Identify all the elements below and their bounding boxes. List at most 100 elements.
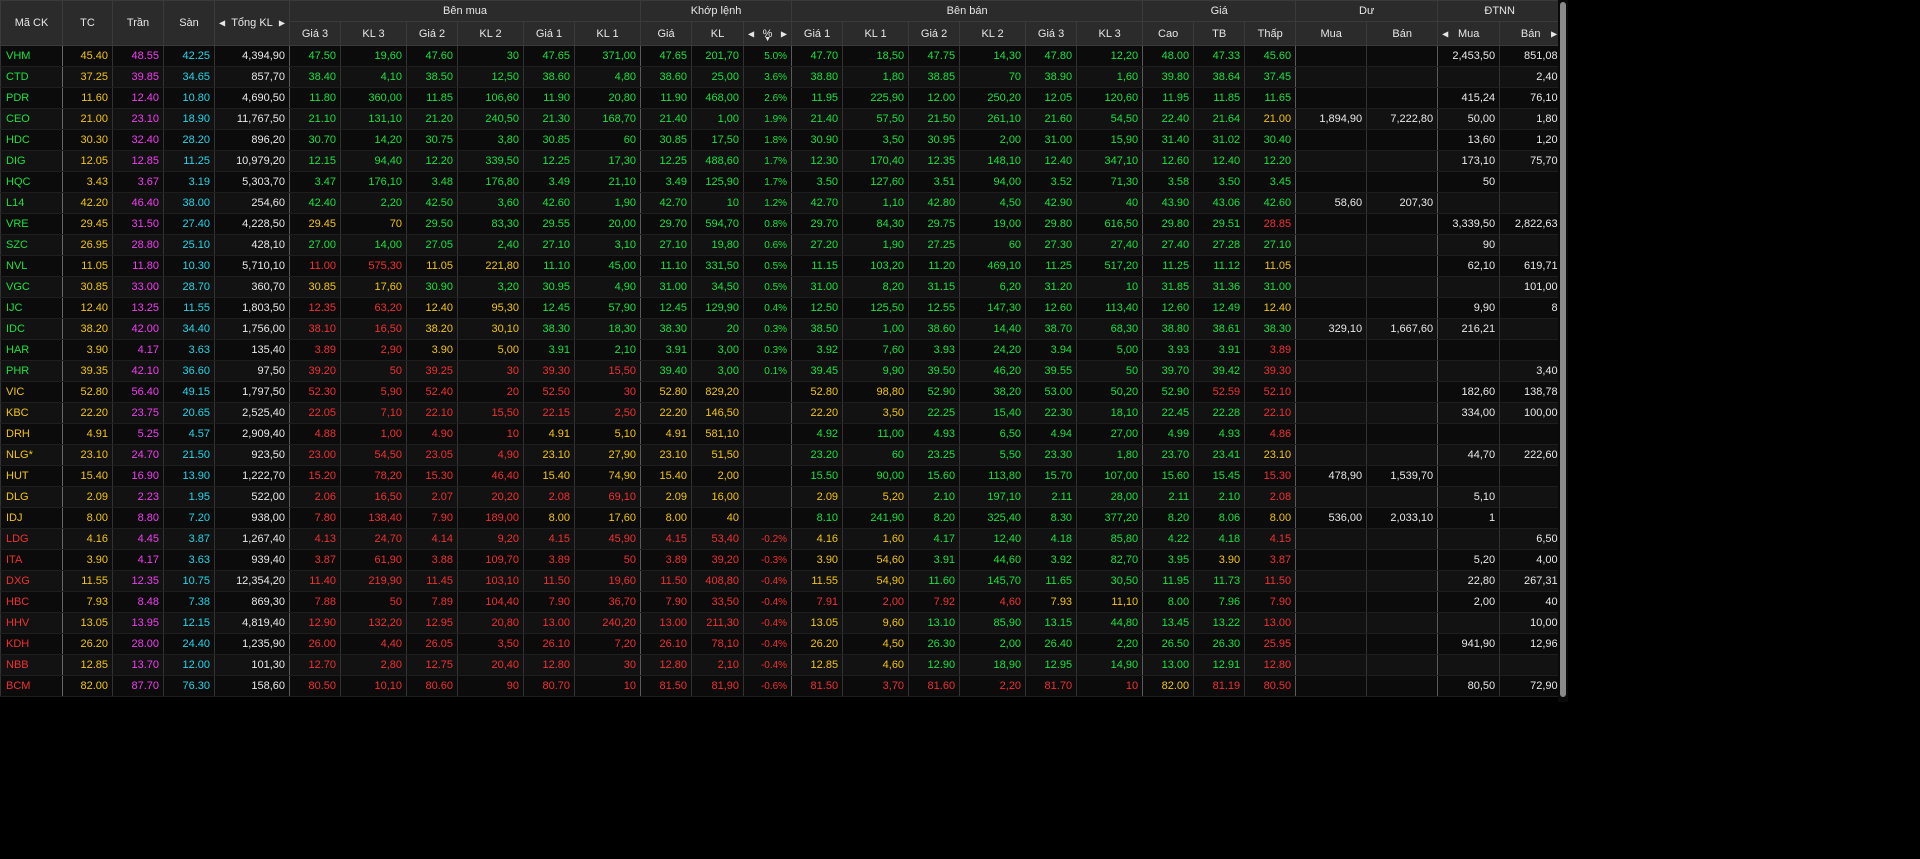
- cell-sym[interactable]: NLG*: [0, 444, 63, 466]
- col-header-ask-price-3[interactable]: Giá 3: [1025, 21, 1078, 46]
- cell-sym[interactable]: CEO: [0, 108, 63, 130]
- table-row[interactable]: CTD 37.25 39.85 34.65 857,70 38.40 4,10 38.50 12…: [0, 66, 1562, 88]
- table-row[interactable]: BCM 82.00 87.70 76.30 158,60 80.50 10,10 80.60 9…: [0, 675, 1562, 697]
- table-row[interactable]: ITA 3.90 4.17 3.63 939,40 3.87 61,90 3.88 109,70…: [0, 549, 1562, 571]
- table-row[interactable]: HDC 30.30 32.40 28.20 896,20 30.70 14,20 30.75 3…: [0, 129, 1562, 151]
- cell-sym[interactable]: HUT: [0, 465, 63, 487]
- table-row[interactable]: VRE 29.45 31.50 27.40 4,228,50 29.45 70 29.50 83…: [0, 213, 1562, 235]
- col-header-ask-volume-1[interactable]: KL 1: [842, 21, 910, 46]
- cell-sym[interactable]: BCM: [0, 675, 63, 697]
- foreign-right-icon[interactable]: ▶: [1551, 29, 1557, 38]
- scroll-left-icon[interactable]: ◀: [219, 19, 225, 28]
- col-header-bid-price-2[interactable]: Giá 2: [406, 21, 458, 46]
- table-row[interactable]: HAR 3.90 4.17 3.63 135,40 3.89 2,90 3.90 5,00 3.9…: [0, 339, 1562, 361]
- table-row[interactable]: PDR 11.60 12.40 10.80 4,690,50 11.80 360,00 11.…: [0, 87, 1562, 109]
- cell-sym[interactable]: KBC: [0, 402, 63, 424]
- col-header-bid-price-3[interactable]: Giá 3: [289, 21, 341, 46]
- col-header-ask-volume-2[interactable]: KL 2: [959, 21, 1027, 46]
- table-row[interactable]: HQC 3.43 3.67 3.19 5,303,70 3.47 176,10 3.48 176…: [0, 171, 1562, 193]
- table-row[interactable]: PHR 39.35 42.10 36.60 97,50 39.20 50 39.25 30 39.…: [0, 360, 1562, 382]
- col-header-average[interactable]: TB: [1193, 21, 1246, 46]
- table-row[interactable]: KDH 26.20 28.00 24.40 1,235,90 26.00 4,40 26.05…: [0, 633, 1562, 655]
- table-row[interactable]: CEO 21.00 23.10 18.90 11,767,50 21.10 131,10 21…: [0, 108, 1562, 130]
- cell-sym[interactable]: ITA: [0, 549, 63, 571]
- cell-sym[interactable]: DXG: [0, 570, 63, 592]
- scroll-right-icon[interactable]: ▶: [279, 19, 285, 28]
- table-row[interactable]: VHM 45.40 48.55 42.25 4,394,90 47.50 19,60 47.6…: [0, 45, 1562, 67]
- table-row[interactable]: VIC 52.80 56.40 49.15 1,797,50 52.30 5,90 52.40…: [0, 381, 1562, 403]
- col-header-remaining-sell[interactable]: Bán: [1366, 21, 1439, 46]
- col-header-match-price[interactable]: Giá: [640, 21, 693, 46]
- cell-sym[interactable]: L14: [0, 192, 63, 214]
- table-row[interactable]: NLG* 23.10 24.70 21.50 923,50 23.00 54,50 23.05…: [0, 444, 1562, 466]
- cell-sym[interactable]: VRE: [0, 213, 63, 235]
- cell-sym[interactable]: PHR: [0, 360, 63, 382]
- col-header-bid-volume-1[interactable]: KL 1: [573, 21, 642, 46]
- table-row[interactable]: IDC 38.20 42.00 34.40 1,756,00 38.10 16,50 38.2…: [0, 318, 1562, 340]
- col-header-high[interactable]: Cao: [1142, 21, 1195, 46]
- scrollbar-thumb[interactable]: [1560, 2, 1566, 697]
- col-header-match-volume[interactable]: KL: [691, 21, 745, 46]
- cell-sym[interactable]: DRH: [0, 423, 63, 445]
- cell-sym[interactable]: CTD: [0, 66, 63, 88]
- cell-sym[interactable]: PDR: [0, 87, 63, 109]
- cell-sym[interactable]: SZC: [0, 234, 63, 256]
- col-header-ask-volume-3[interactable]: KL 3: [1076, 21, 1144, 46]
- table-row[interactable]: DXG 11.55 12.35 10.75 12,354,20 11.40 219,90 11…: [0, 570, 1562, 592]
- cell-rsell: [1366, 381, 1438, 403]
- table-row[interactable]: HHV 13.05 13.95 12.15 4,819,40 12.90 132,20 12.…: [0, 612, 1562, 634]
- cell-sym[interactable]: HDC: [0, 129, 63, 151]
- cell-sym[interactable]: VIC: [0, 381, 63, 403]
- col-header-reference[interactable]: TC: [62, 0, 113, 46]
- col-header-total-volume[interactable]: ◀ Tổng KL ▶: [214, 0, 290, 46]
- sort-desc-icon[interactable]: ▼: [764, 36, 771, 43]
- col-header-ask-price-2[interactable]: Giá 2: [908, 21, 961, 46]
- cell-sym[interactable]: VHM: [0, 45, 63, 67]
- table-row[interactable]: SZC 26.95 28.80 25.10 428,10 27.00 14,00 27.05 2…: [0, 234, 1562, 256]
- col-header-bid-price-1[interactable]: Giá 1: [523, 21, 575, 46]
- cell-sym[interactable]: DIG: [0, 150, 63, 172]
- cell-sym[interactable]: HHV: [0, 612, 63, 634]
- percent-left-icon[interactable]: ◀: [748, 29, 754, 38]
- col-header-symbol[interactable]: Mã CK: [0, 0, 63, 46]
- table-row[interactable]: HBC 7.93 8.48 7.38 869,30 7.88 50 7.89 104,40 7.9…: [0, 591, 1562, 613]
- col-header-change-percent[interactable]: ◀ % ▶ ▼: [743, 21, 793, 46]
- table-row[interactable]: DIG 12.05 12.85 11.25 10,979,20 12.15 94,40 12.…: [0, 150, 1562, 172]
- table-row[interactable]: IJC 12.40 13.25 11.55 1,803,50 12.35 63,20 12.4…: [0, 297, 1562, 319]
- cell-sym[interactable]: KDH: [0, 633, 63, 655]
- foreign-left-icon[interactable]: ◀: [1442, 29, 1448, 38]
- col-header-floor[interactable]: Sàn: [163, 0, 215, 46]
- vertical-scrollbar[interactable]: [1558, 0, 1568, 702]
- cell-sym[interactable]: DLG: [0, 486, 63, 508]
- col-header-remaining-buy[interactable]: Mua: [1295, 21, 1368, 46]
- col-header-bid-volume-3[interactable]: KL 3: [340, 21, 407, 46]
- cell-sym[interactable]: NVL: [0, 255, 63, 277]
- col-header-foreign-buy[interactable]: ◀ Mua: [1437, 21, 1501, 46]
- table-row[interactable]: LDG 4.16 4.45 3.87 1,267,40 4.13 24,70 4.14 9,20…: [0, 528, 1562, 550]
- cell-sym[interactable]: IDJ: [0, 507, 63, 529]
- table-row[interactable]: KBC 22.20 23.75 20.65 2,525,40 22.05 7,10 22.10…: [0, 402, 1562, 424]
- cell-sym[interactable]: HBC: [0, 591, 63, 613]
- table-row[interactable]: NBB 12.85 13.70 12.00 101,30 12.70 2,80 12.75 20…: [0, 654, 1562, 676]
- cell-ap3: 12.95: [1025, 654, 1077, 676]
- col-header-foreign-sell[interactable]: Bán ▶: [1499, 21, 1563, 46]
- table-row[interactable]: DLG 2.09 2.23 1.95 522,00 2.06 16,50 2.07 20,20 2…: [0, 486, 1562, 508]
- cell-sym[interactable]: VGC: [0, 276, 63, 298]
- col-header-bid-volume-2[interactable]: KL 2: [457, 21, 524, 46]
- table-row[interactable]: IDJ 8.00 8.80 7.20 938,00 7.80 138,40 7.90 189,0…: [0, 507, 1562, 529]
- table-row[interactable]: NVL 11.05 11.80 10.30 5,710,10 11.00 575,30 11.…: [0, 255, 1562, 277]
- percent-right-icon[interactable]: ▶: [781, 29, 787, 38]
- cell-sym[interactable]: HAR: [0, 339, 63, 361]
- col-header-low[interactable]: Thấp: [1244, 21, 1297, 46]
- table-row[interactable]: VGC 30.85 33.00 28.70 360,70 30.85 17,60 30.90 3…: [0, 276, 1562, 298]
- cell-sym[interactable]: IDC: [0, 318, 63, 340]
- cell-sym[interactable]: LDG: [0, 528, 63, 550]
- table-row[interactable]: HUT 15.40 16.90 13.90 1,222,70 15.20 78,20 15.3…: [0, 465, 1562, 487]
- col-header-ceiling[interactable]: Trần: [112, 0, 164, 46]
- cell-sym[interactable]: HQC: [0, 171, 63, 193]
- cell-sym[interactable]: IJC: [0, 297, 63, 319]
- cell-sym[interactable]: NBB: [0, 654, 63, 676]
- table-row[interactable]: DRH 4.91 5.25 4.57 2,909,40 4.88 1,00 4.90 10 4.9…: [0, 423, 1562, 445]
- table-row[interactable]: L14 42.20 46.40 38.00 254,60 42.40 2,20 42.50 3,…: [0, 192, 1562, 214]
- col-header-ask-price-1[interactable]: Giá 1: [791, 21, 844, 46]
